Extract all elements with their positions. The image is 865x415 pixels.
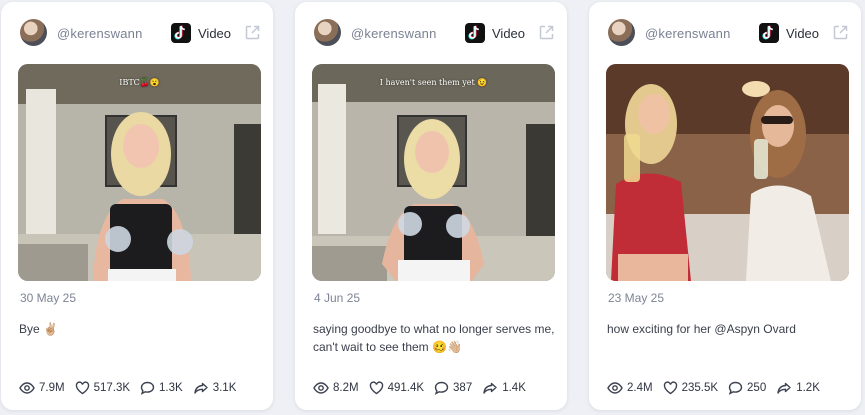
views-count: 2.4M — [627, 382, 653, 394]
heart-icon — [75, 381, 89, 395]
post-card[interactable]: @kerenswann Video 23 May 25 how exciting — [589, 2, 861, 410]
heart-icon — [369, 381, 383, 395]
post-caption: how exciting for her @Aspyn Ovard — [607, 322, 796, 336]
post-caption: Bye ✌🏼 — [19, 322, 58, 336]
video-thumbnail[interactable]: I haven't seen them yet 😉 — [312, 64, 555, 281]
comment-icon — [728, 381, 743, 395]
comment-icon — [140, 381, 155, 395]
likes-count: 491.4K — [387, 382, 425, 394]
video-thumbnail[interactable] — [606, 64, 849, 281]
video-thumbnail[interactable]: IBTC🍒😮 — [18, 64, 261, 281]
views-stat: 2.4M — [607, 381, 653, 395]
post-card[interactable]: @kerenswann Video I haven't seen them ye… — [295, 2, 567, 410]
post-caption: saying goodbye to what no longer serves … — [313, 322, 555, 354]
stats-bar: 8.2M 491.4K 387 1.4K — [313, 379, 536, 397]
shares-count: 3.1K — [212, 382, 237, 394]
views-count: 8.2M — [333, 382, 359, 394]
shares-stat: 1.4K — [482, 381, 526, 395]
tiktok-icon — [465, 23, 485, 43]
eye-icon — [607, 382, 623, 394]
comment-icon — [434, 381, 449, 395]
stats-bar: 7.9M 517.3K 1.3K 3.1K — [19, 379, 246, 397]
comments-stat: 387 — [434, 381, 472, 395]
views-stat: 7.9M — [19, 381, 65, 395]
shares-stat: 1.2K — [776, 381, 820, 395]
content-type-label: Video — [786, 26, 820, 41]
post-date: 23 May 25 — [608, 291, 665, 305]
card-header: @kerenswann Video — [1, 19, 273, 49]
avatar[interactable] — [20, 19, 47, 46]
likes-count: 235.5K — [681, 382, 719, 394]
video-overlay-text: I haven't seen them yet 😉 — [379, 78, 488, 87]
share-icon — [194, 382, 208, 394]
eye-icon — [19, 382, 35, 394]
external-link-icon[interactable] — [832, 24, 849, 41]
shares-count: 1.4K — [502, 382, 526, 394]
shares-count: 1.2K — [796, 382, 820, 394]
username[interactable]: @kerenswann — [57, 26, 143, 41]
likes-count: 517.3K — [93, 382, 131, 394]
comments-count: 387 — [453, 382, 473, 394]
username[interactable]: @kerenswann — [351, 26, 437, 41]
avatar[interactable] — [314, 19, 341, 46]
tiktok-icon — [759, 23, 779, 43]
shares-stat: 3.1K — [193, 381, 237, 395]
post-date: 4 Jun 25 — [314, 291, 361, 305]
share-icon — [483, 382, 497, 394]
content-type-label: Video — [492, 26, 526, 41]
external-link-icon[interactable] — [244, 24, 261, 41]
card-header: @kerenswann Video — [295, 19, 567, 49]
comments-stat: 250 — [728, 381, 766, 395]
likes-stat: 491.4K — [369, 381, 424, 395]
eye-icon — [313, 382, 329, 394]
share-icon — [777, 382, 791, 394]
likes-stat: 235.5K — [663, 381, 718, 395]
tiktok-icon — [171, 23, 191, 43]
stats-bar: 2.4M 235.5K 250 1.2K — [607, 379, 830, 397]
content-type-label: Video — [198, 26, 232, 41]
post-date: 30 May 25 — [20, 291, 77, 305]
likes-stat: 517.3K — [75, 381, 130, 395]
views-stat: 8.2M — [313, 381, 359, 395]
heart-icon — [663, 381, 677, 395]
comments-count: 1.3K — [159, 382, 183, 394]
video-overlay-text: IBTC🍒😮 — [119, 78, 160, 87]
username[interactable]: @kerenswann — [645, 26, 731, 41]
comments-stat: 1.3K — [140, 381, 183, 395]
external-link-icon[interactable] — [538, 24, 555, 41]
post-card[interactable]: @kerenswann Video IBTC🍒😮 30 May 25 Bye ✌… — [1, 2, 273, 410]
comments-count: 250 — [747, 382, 767, 394]
avatar[interactable] — [608, 19, 635, 46]
views-count: 7.9M — [39, 382, 65, 394]
card-header: @kerenswann Video — [589, 19, 861, 49]
